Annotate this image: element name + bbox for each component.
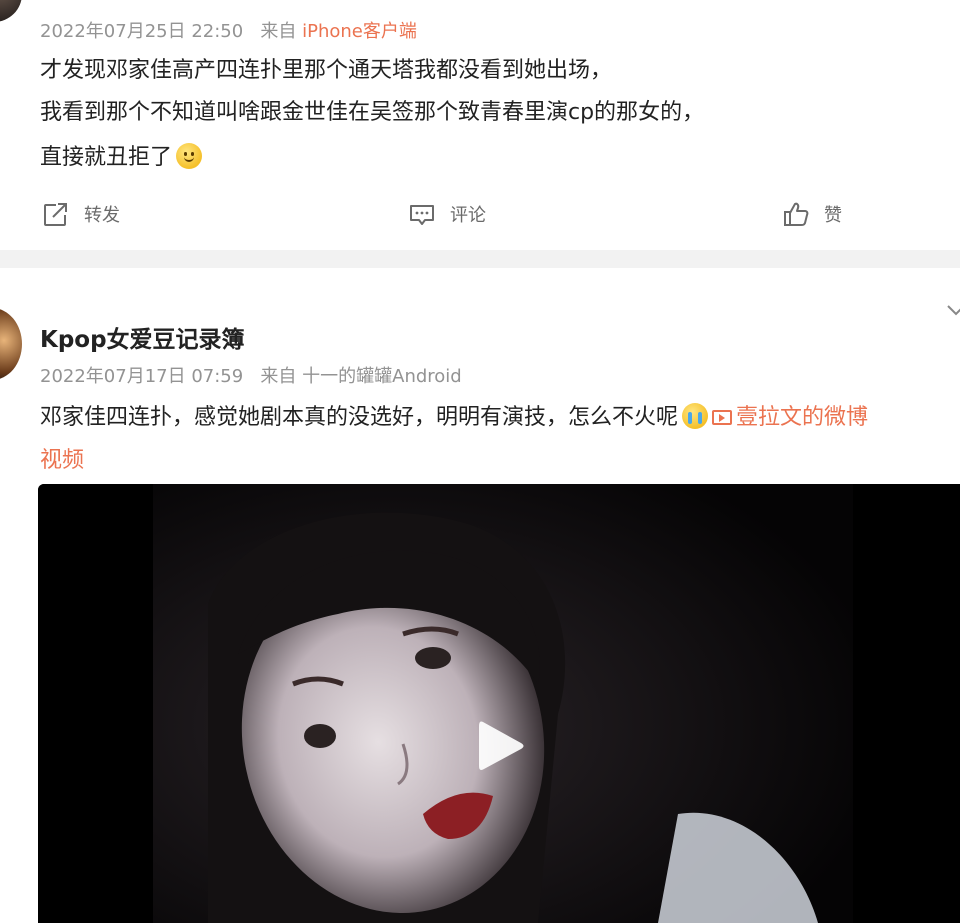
- avatar[interactable]: [0, 0, 22, 22]
- post-text-line: 直接就丑拒了: [40, 139, 203, 171]
- post-text-line: 才发现邓家佳高产四连扑里那个通天塔我都没看到她出场，: [40, 58, 613, 83]
- chevron-down-icon[interactable]: [944, 300, 960, 320]
- post-card-2: Kpop女爱豆记录簿 2022年07月17日 07:59 来自 十一的罐罐And…: [0, 268, 960, 923]
- post-actions: 转发 评论 赞: [0, 200, 960, 232]
- post-source[interactable]: 十一的罐罐Android: [302, 366, 462, 387]
- post-card-1: 2022年07月25日 22:50 来自 iPhone客户端 才发现邓家佳高产四…: [0, 0, 960, 250]
- from-label: 来自: [260, 366, 297, 387]
- avatar[interactable]: [0, 308, 22, 380]
- post-text-body: 邓家佳四连扑，感觉她剧本真的没选好，明明有演技，怎么不火呢: [40, 405, 679, 430]
- share-arrow-icon: [44, 201, 70, 226]
- post-timestamp: 2022年07月17日 07:59: [40, 366, 244, 387]
- comment-label: 评论: [450, 205, 486, 226]
- post-text-line: 我看到那个不知道叫啥跟金世佳在吴签那个致青春里演cp的那女的，: [40, 100, 705, 125]
- repost-button[interactable]: 转发: [42, 200, 120, 228]
- video-icon: [712, 410, 733, 425]
- video-link-text-2: 视频: [40, 448, 85, 473]
- like-button[interactable]: 赞: [782, 200, 842, 228]
- post-source[interactable]: iPhone客户端: [302, 21, 417, 42]
- thumbs-up-icon: [784, 202, 809, 226]
- from-label: 来自: [260, 21, 297, 42]
- video-link-text: 壹拉文的微博: [736, 405, 869, 430]
- video-thumbnail: [38, 484, 960, 923]
- username[interactable]: Kpop女爱豆记录簿: [40, 320, 245, 354]
- comment-icon: [410, 205, 434, 225]
- post-text: 邓家佳四连扑，感觉她剧本真的没选好，明明有演技，怎么不火呢 壹拉文的微博视频: [40, 396, 955, 482]
- crying-emoji-icon: [682, 403, 709, 429]
- smile-emoji-icon: [176, 143, 203, 169]
- like-label: 赞: [824, 205, 842, 226]
- repost-label: 转发: [84, 205, 120, 226]
- video-player[interactable]: [38, 484, 960, 923]
- post-text-fragment: 直接就丑拒了: [40, 145, 173, 170]
- comment-button[interactable]: 评论: [408, 200, 486, 228]
- feed-separator: [0, 250, 960, 268]
- play-icon[interactable]: [473, 716, 529, 776]
- post-meta: 2022年07月17日 07:59 来自 十一的罐罐Android: [40, 362, 462, 388]
- post-meta: 2022年07月25日 22:50 来自 iPhone客户端: [40, 17, 417, 43]
- post-timestamp: 2022年07月25日 22:50: [40, 21, 244, 42]
